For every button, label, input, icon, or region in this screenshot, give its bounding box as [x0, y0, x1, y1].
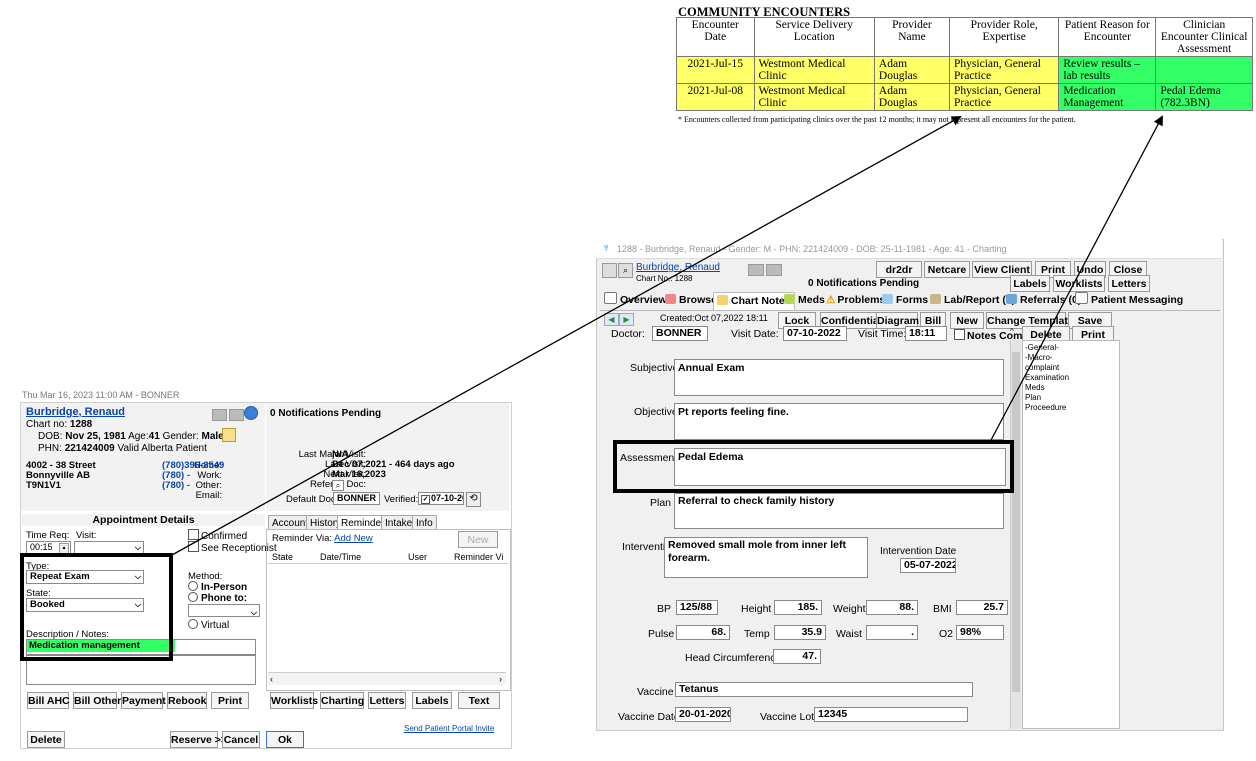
annotation-arrows — [171, 115, 1163, 556]
arrow-appointment-to-reason — [171, 116, 962, 556]
arrow-assessment-to-clinical — [989, 115, 1163, 443]
